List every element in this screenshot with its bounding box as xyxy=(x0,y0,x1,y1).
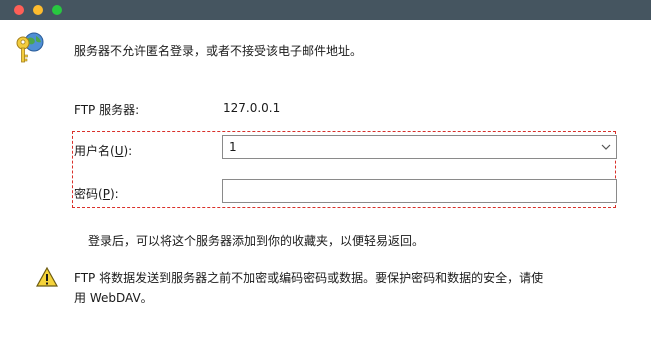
password-field[interactable] xyxy=(222,179,617,203)
window-titlebar xyxy=(0,0,651,20)
security-warning-line2: 用 WebDAV。 xyxy=(74,291,153,305)
username-label: 用户名(U): xyxy=(74,142,132,159)
bookmark-info-text: 登录后，可以将这个服务器添加到你的收藏夹，以便轻易返回。 xyxy=(88,234,425,248)
warning-icon xyxy=(36,266,58,287)
login-error-message: 服务器不允许匿名登录，或者不接受该电子邮件地址。 xyxy=(74,44,363,58)
security-warning-line1: FTP 将数据发送到服务器之前不加密或编码密码或数据。要保护密码和数据的安全，请… xyxy=(74,271,544,285)
password-label-prefix: 密码( xyxy=(74,187,103,201)
username-label-suffix: ): xyxy=(123,144,133,158)
zoom-window-button[interactable] xyxy=(52,5,62,15)
password-label: 密码(P): xyxy=(74,185,119,202)
minimize-window-button[interactable] xyxy=(33,5,43,15)
close-window-button[interactable] xyxy=(14,5,24,15)
ftp-server-value: 127.0.0.1 xyxy=(223,101,281,115)
key-globe-icon xyxy=(16,32,44,63)
chevron-down-icon[interactable] xyxy=(601,141,611,153)
username-combobox[interactable]: 1 xyxy=(222,135,617,159)
password-label-accel: P xyxy=(102,187,110,201)
password-label-suffix: ): xyxy=(109,187,119,201)
username-label-prefix: 用户名( xyxy=(74,144,115,158)
ftp-server-label: FTP 服务器: xyxy=(74,103,140,117)
username-value: 1 xyxy=(229,140,237,154)
